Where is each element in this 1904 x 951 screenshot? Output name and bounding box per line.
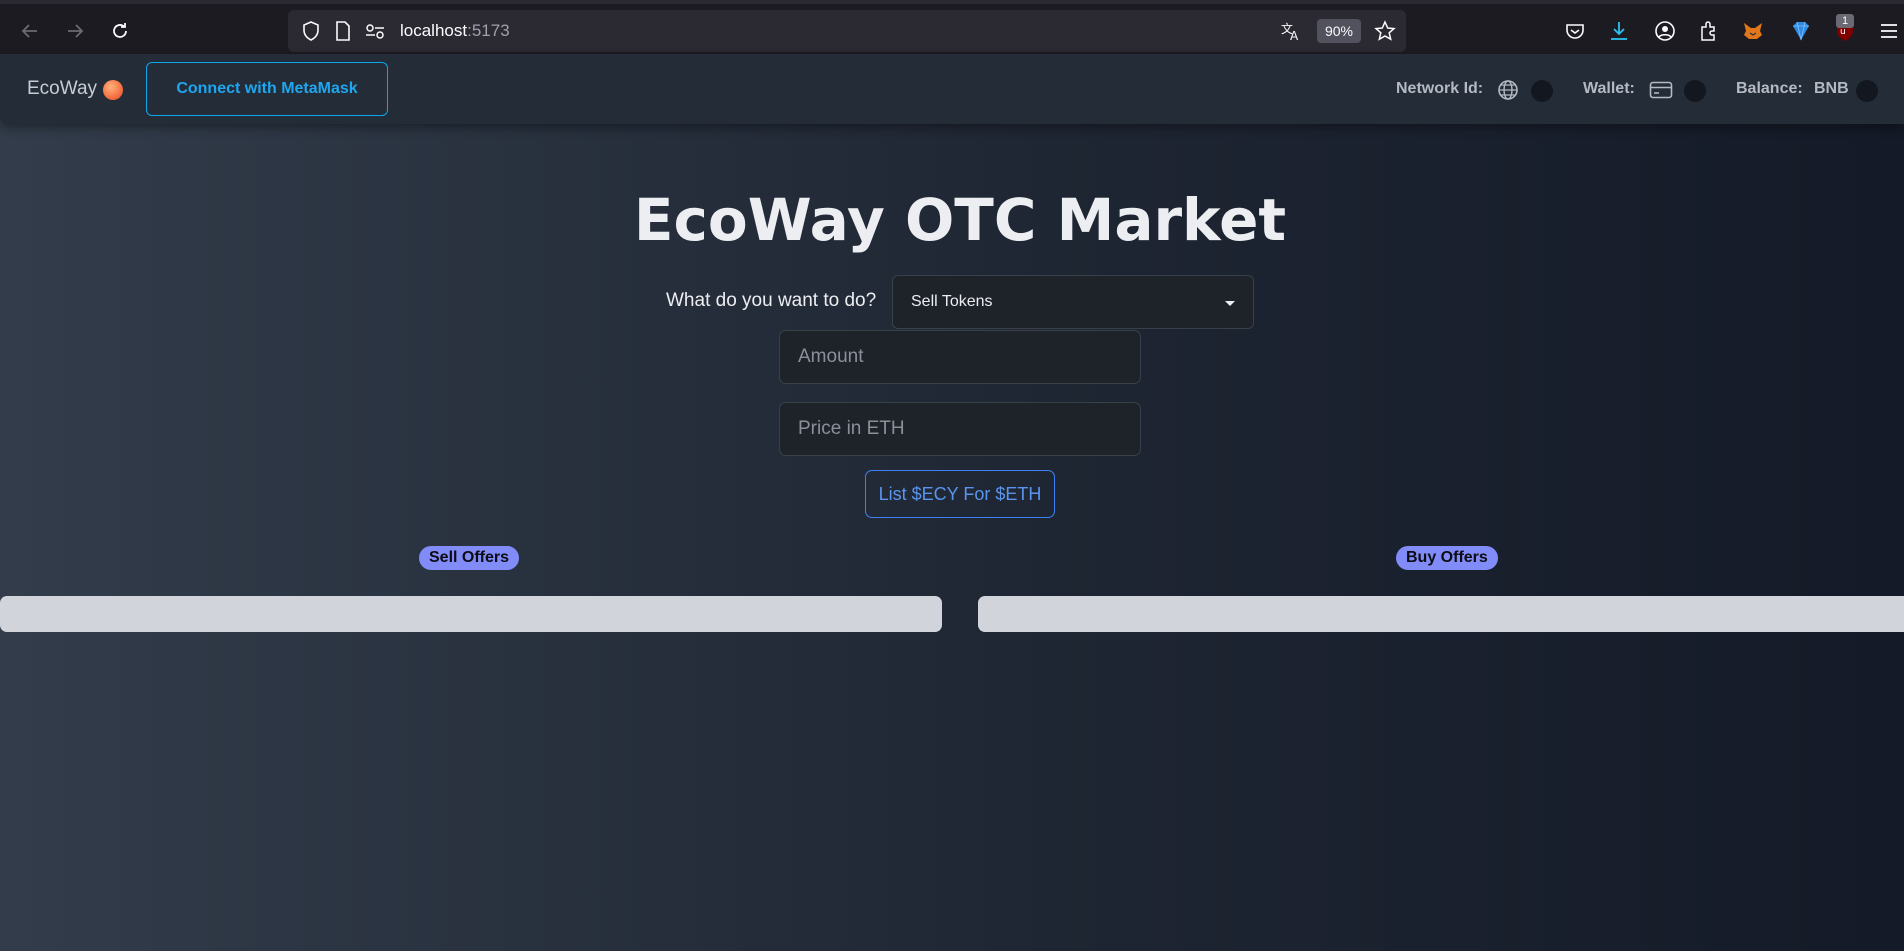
menu-icon[interactable] xyxy=(1876,18,1902,44)
svg-text:A: A xyxy=(1290,29,1299,42)
diamond-extension-icon[interactable] xyxy=(1788,18,1814,44)
amount-input[interactable] xyxy=(779,330,1141,384)
action-select-value: Sell Tokens xyxy=(911,293,993,310)
network-id-value xyxy=(1531,80,1553,102)
metamask-fox-icon[interactable] xyxy=(1740,18,1766,44)
network-id-label: Network Id: xyxy=(1396,80,1484,97)
caret-down-icon xyxy=(1225,301,1235,306)
zoom-level[interactable]: 90% xyxy=(1317,19,1361,43)
sell-offers-list xyxy=(0,596,942,632)
page-icon[interactable] xyxy=(332,20,354,42)
buy-offers-list xyxy=(978,596,1904,632)
extension-badge: 1 xyxy=(1836,14,1854,28)
address-bar[interactable]: localhost:5173 文A 90% xyxy=(288,10,1406,52)
page-title: EcoWay OTC Market xyxy=(633,186,1287,254)
translate-icon[interactable]: 文A xyxy=(1280,20,1302,42)
list-tokens-button[interactable]: List $ECY For $ETH xyxy=(865,470,1055,518)
brand-logo-dot xyxy=(103,80,123,100)
action-select[interactable]: Sell Tokens xyxy=(892,275,1254,329)
browser-toolbar: localhost:5173 文A 90% u 1 xyxy=(0,0,1904,54)
action-question-label: What do you want to do? xyxy=(666,290,877,311)
pocket-icon[interactable] xyxy=(1562,18,1588,44)
balance-label: Balance: xyxy=(1736,80,1803,97)
app-navbar: EcoWay Connect with MetaMask Network Id:… xyxy=(0,54,1904,124)
wallet-value xyxy=(1684,80,1706,102)
shield-icon[interactable] xyxy=(300,20,322,42)
buy-offers-badge: Buy Offers xyxy=(1396,546,1498,570)
credit-card-icon xyxy=(1649,78,1673,102)
sell-offers-badge: Sell Offers xyxy=(419,546,520,570)
permissions-icon[interactable] xyxy=(364,20,386,42)
balance-unit: BNB xyxy=(1814,80,1849,97)
balance-value xyxy=(1856,80,1878,102)
back-icon[interactable] xyxy=(15,16,45,46)
wallet-label: Wallet: xyxy=(1583,80,1635,97)
globe-icon xyxy=(1496,78,1520,102)
forward-icon[interactable] xyxy=(60,16,90,46)
svg-text:u: u xyxy=(1840,27,1846,37)
app-page: EcoWay Connect with MetaMask Network Id:… xyxy=(0,54,1904,951)
extensions-icon[interactable] xyxy=(1696,18,1722,44)
account-icon[interactable] xyxy=(1652,18,1678,44)
reload-icon[interactable] xyxy=(105,16,135,46)
url-text[interactable]: localhost:5173 xyxy=(400,21,510,41)
price-input[interactable] xyxy=(779,402,1141,456)
download-icon[interactable] xyxy=(1606,18,1632,44)
connect-metamask-button[interactable]: Connect with MetaMask xyxy=(146,62,388,116)
bookmark-star-icon[interactable] xyxy=(1374,20,1396,42)
brand-name[interactable]: EcoWay xyxy=(27,78,97,100)
